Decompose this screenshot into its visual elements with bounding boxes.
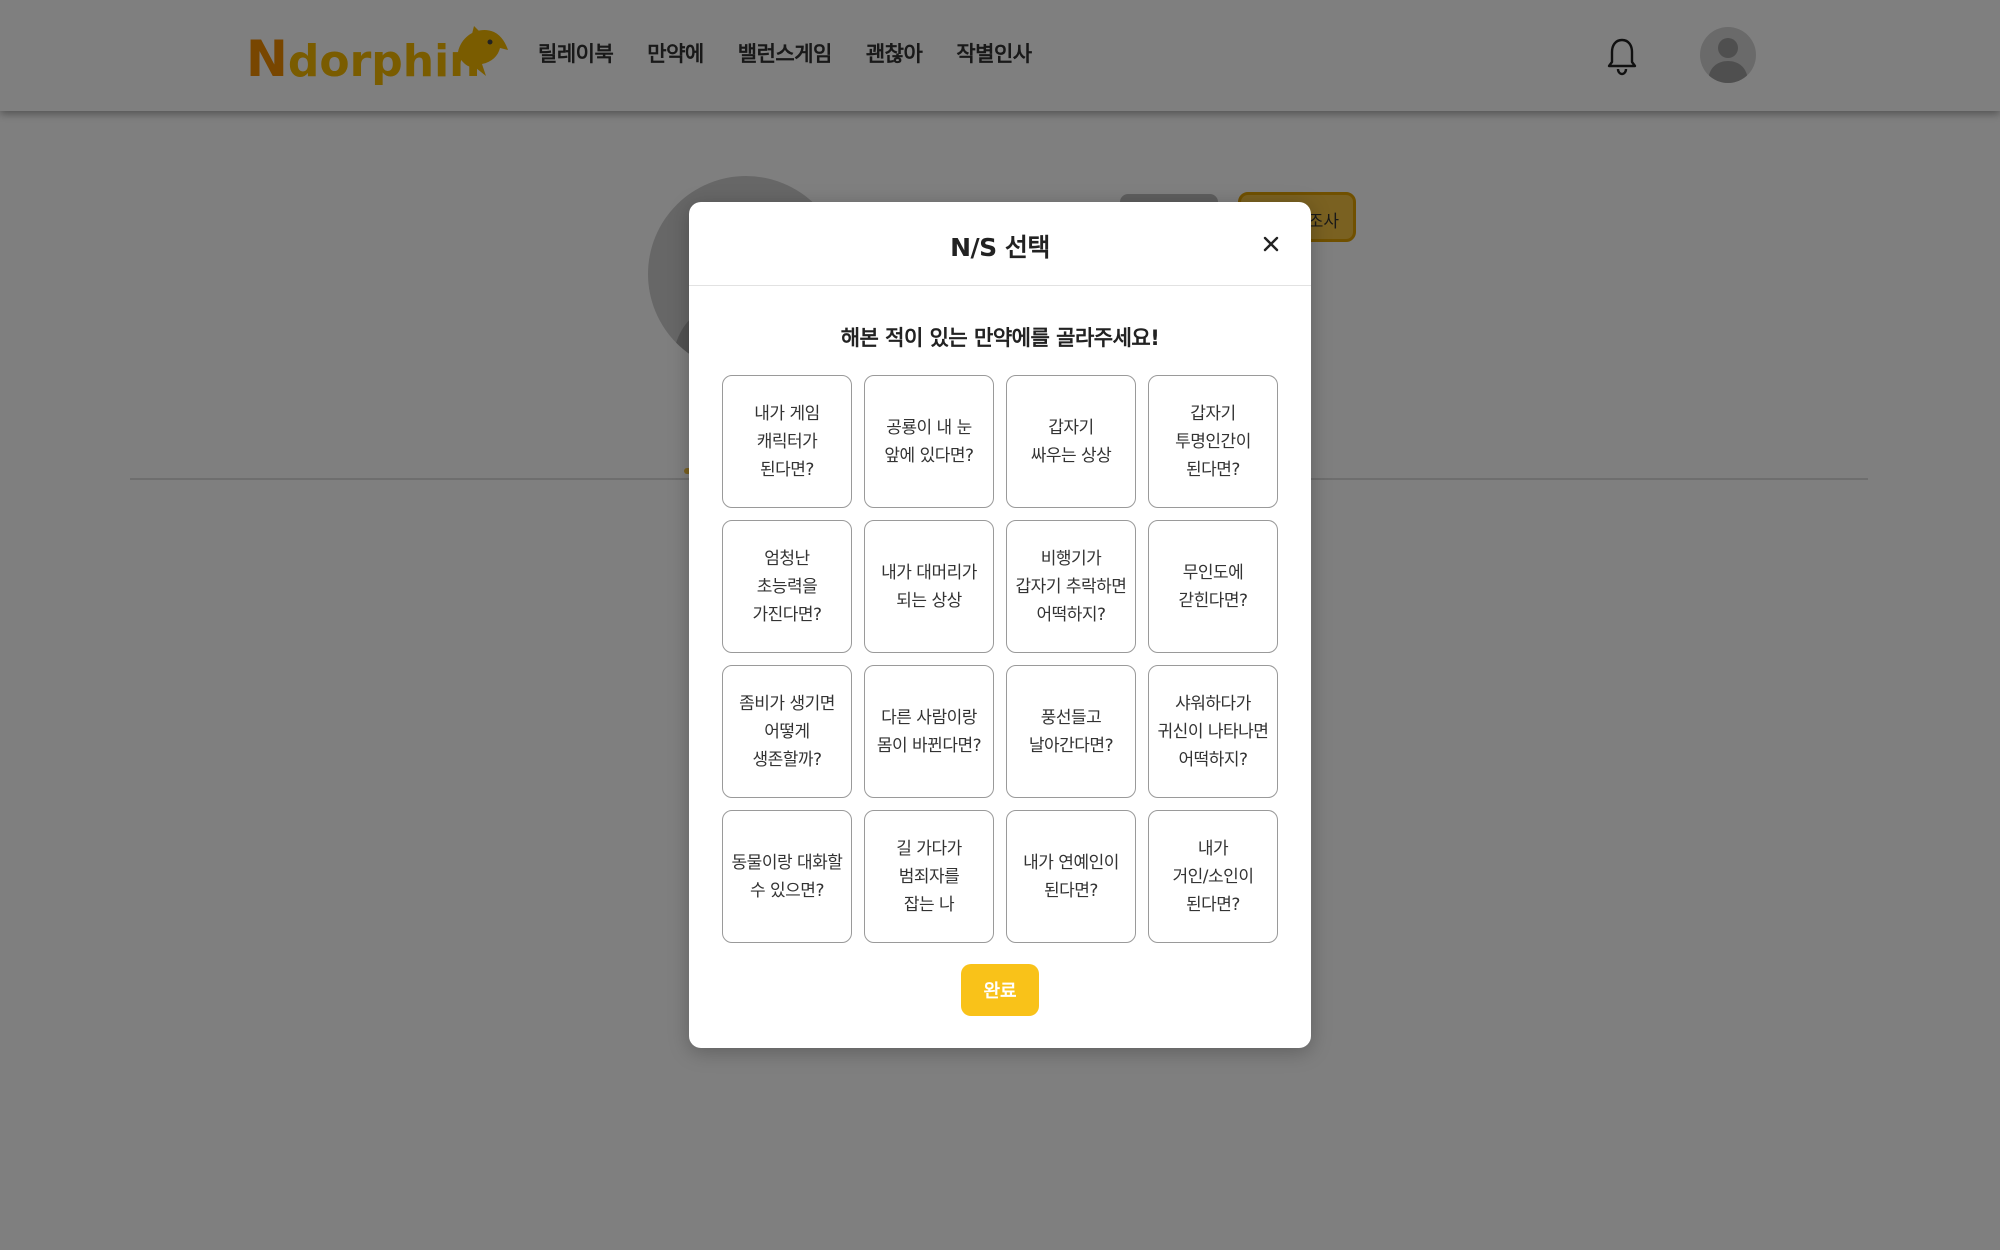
option-card[interactable]: 갑자기 싸우는 상상 bbox=[1006, 375, 1136, 508]
option-card[interactable]: 엄청난 초능력을 가진다면? bbox=[722, 520, 852, 653]
option-card[interactable]: 갑자기 투명인간이 된다면? bbox=[1148, 375, 1278, 508]
option-card[interactable]: 내가 게임 캐릭터가 된다면? bbox=[722, 375, 852, 508]
option-card[interactable]: 동물이랑 대화할 수 있으면? bbox=[722, 810, 852, 943]
modal-header: N/S 선택 bbox=[689, 202, 1311, 286]
option-card[interactable]: 비행기가 갑자기 추락하면 어떡하지? bbox=[1006, 520, 1136, 653]
option-card[interactable]: 샤워하다가 귀신이 나타나면 어떡하지? bbox=[1148, 665, 1278, 798]
option-card[interactable]: 풍선들고 날아간다면? bbox=[1006, 665, 1136, 798]
option-card[interactable]: 길 가다가 범죄자를 잡는 나 bbox=[864, 810, 994, 943]
option-card[interactable]: 공룡이 내 눈 앞에 있다면? bbox=[864, 375, 994, 508]
done-button[interactable]: 완료 bbox=[961, 964, 1039, 1016]
option-card[interactable]: 내가 대머리가 되는 상상 bbox=[864, 520, 994, 653]
option-card[interactable]: 내가 거인/소인이 된다면? bbox=[1148, 810, 1278, 943]
modal-title: N/S 선택 bbox=[950, 233, 1050, 262]
close-icon[interactable] bbox=[1257, 230, 1285, 258]
option-card[interactable]: 좀비가 생기면 어떻게 생존할까? bbox=[722, 665, 852, 798]
ns-select-modal: N/S 선택 해본 적이 있는 만약에를 골라주세요! 내가 게임 캐릭터가 된… bbox=[689, 202, 1311, 1048]
option-card[interactable]: 내가 연예인이 된다면? bbox=[1006, 810, 1136, 943]
modal-question: 해본 적이 있는 만약에를 골라주세요! bbox=[840, 326, 1160, 350]
option-grid: 내가 게임 캐릭터가 된다면? 공룡이 내 눈 앞에 있다면? 갑자기 싸우는 … bbox=[722, 375, 1278, 943]
option-card[interactable]: 다른 사람이랑 몸이 바뀐다면? bbox=[864, 665, 994, 798]
option-card[interactable]: 무인도에 갇힌다면? bbox=[1148, 520, 1278, 653]
